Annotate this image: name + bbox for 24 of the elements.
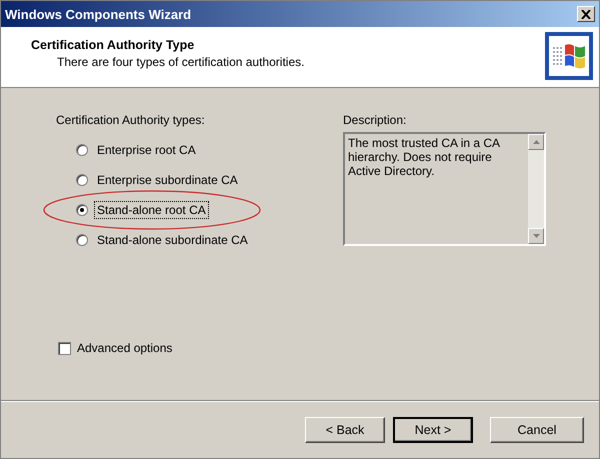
group-label: Certification Authority types: <box>56 113 206 127</box>
page-subtitle: There are four types of certification authorities. <box>56 55 304 69</box>
scroll-up-icon[interactable] <box>532 140 540 144</box>
close-button[interactable] <box>577 6 595 22</box>
wizard-button[interactable]: Cancel <box>490 416 584 442</box>
description-label: Description: <box>343 113 408 127</box>
wizard-button[interactable]: < Back <box>305 416 385 442</box>
flag-logo-icon <box>545 32 593 80</box>
radio-label[interactable]: Stand-alone root CA <box>94 201 209 219</box>
description-box[interactable]: The most trusted CA in a CA hierarchy. Does not require Active Directory. <box>343 132 546 246</box>
radio-label[interactable]: Enterprise root CA <box>94 141 199 159</box>
page-title: Certification Authority Type <box>31 38 196 52</box>
radio-button[interactable] <box>76 234 88 246</box>
checkbox[interactable] <box>58 342 71 354</box>
radio-label[interactable]: Enterprise subordinate CA <box>94 171 241 189</box>
close-icon <box>581 10 591 18</box>
wizard-button[interactable]: Next > <box>393 416 473 442</box>
radio-button[interactable] <box>76 174 88 186</box>
radio-button[interactable] <box>76 144 88 156</box>
scroll-down-icon[interactable] <box>532 234 540 238</box>
radio-button[interactable] <box>76 204 88 216</box>
window-title: Windows Components Wizard <box>5 6 192 22</box>
radio-label[interactable]: Stand-alone subordinate CA <box>94 231 251 249</box>
checkbox-label[interactable]: Advanced options <box>77 341 172 355</box>
